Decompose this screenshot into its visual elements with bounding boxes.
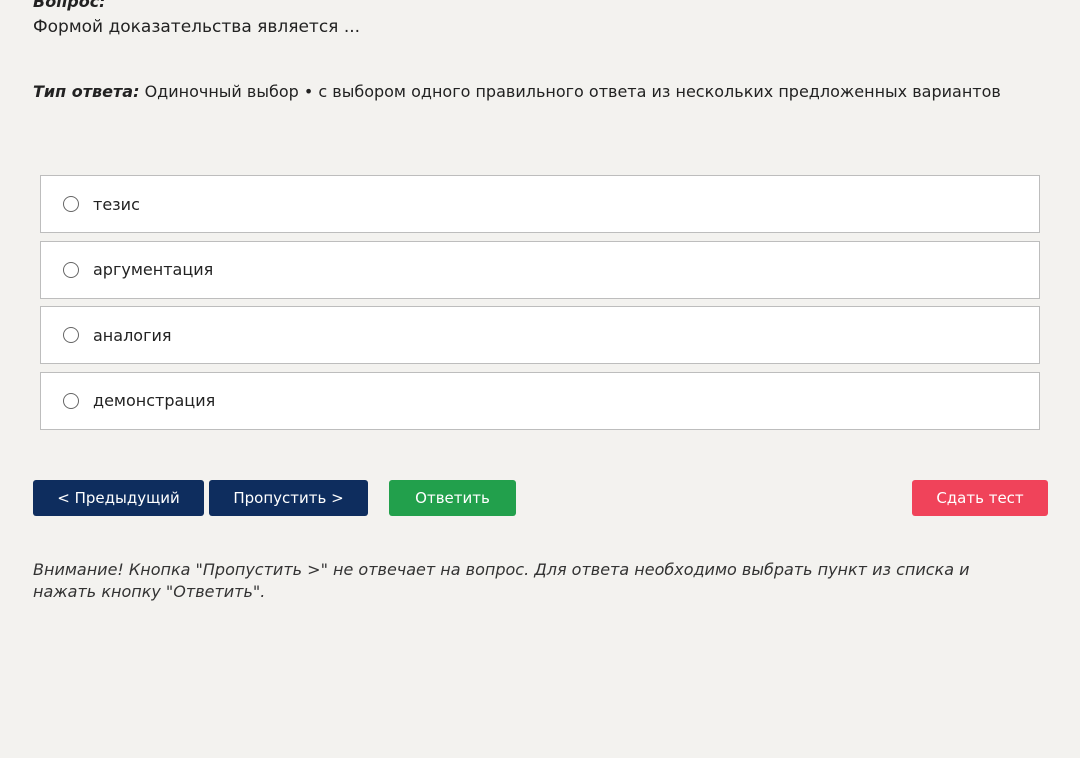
option-label: аналогия	[93, 325, 172, 345]
option-label: тезис	[93, 194, 140, 214]
radio-button[interactable]	[63, 261, 79, 278]
submit-test-button[interactable]: Сдать тест	[912, 480, 1048, 516]
radio-button[interactable]	[63, 196, 79, 212]
option-demonstration[interactable]: демонстрация	[40, 371, 1040, 430]
option-analogy[interactable]: аналогия	[40, 306, 1040, 364]
answer-options: тезис аргументация аналогия демонстрация	[40, 175, 1040, 437]
skip-button[interactable]: Пропустить >	[209, 480, 368, 516]
question-text: Формой доказательства является ...	[33, 17, 361, 37]
answer-button[interactable]: Ответить	[389, 480, 516, 516]
previous-button[interactable]: < Предыдущий	[33, 480, 204, 516]
answer-type-value: Одиночный выбор • с выбором одного прави…	[144, 82, 1001, 101]
option-label: аргументация	[93, 260, 214, 279]
answer-type-label: Тип ответа:	[33, 82, 140, 101]
warning-text: Внимание! Кнопка "Пропустить >" не отвеч…	[33, 560, 970, 601]
option-thesis[interactable]: тезис	[40, 175, 1040, 233]
radio-button[interactable]	[63, 392, 79, 409]
radio-button[interactable]	[63, 327, 79, 343]
option-label: демонстрация	[93, 391, 216, 410]
question-label: Вопрос:	[33, 0, 106, 11]
option-argumentation[interactable]: аргументация	[40, 240, 1040, 299]
answer-type: Тип ответа: Одиночный выбор • с выбором …	[33, 82, 1001, 101]
